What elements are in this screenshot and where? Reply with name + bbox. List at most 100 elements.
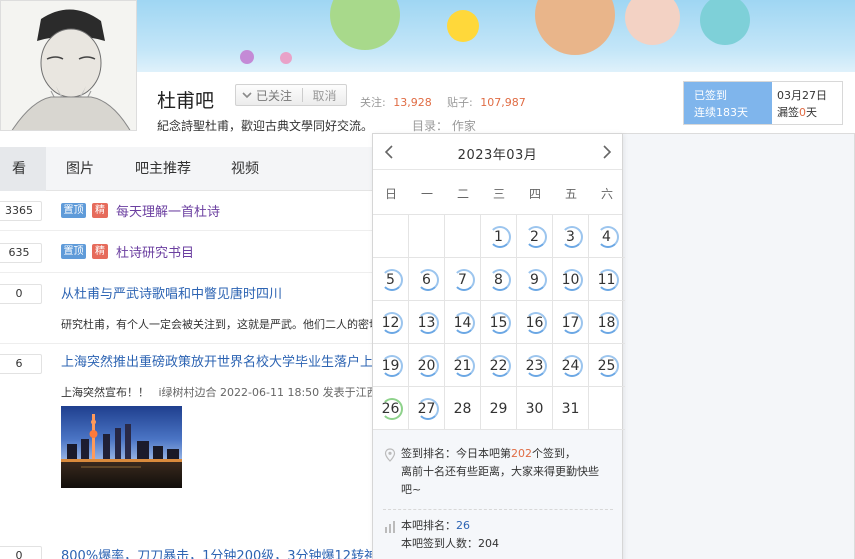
location-pin-icon <box>384 448 396 462</box>
posts-label: 贴子: <box>447 96 473 109</box>
banner-bear-character <box>535 0 615 55</box>
sign-rank-text: 签到排名：今日本吧第202个签到， 离前十名还有些距离，大家来得更勤快些 吧~ <box>401 447 599 496</box>
forum-rank-text: 本吧排名：26 本吧签到人数：204 <box>401 519 499 550</box>
calendar-day: 15 <box>481 301 517 344</box>
featured-tag: 精 <box>92 203 108 218</box>
pinned-tag: 置顶 <box>61 203 86 218</box>
sign-in-box[interactable]: 已签到 连续183天 03月27日 漏签0天 <box>683 81 843 125</box>
calendar-day: 8 <box>481 258 517 301</box>
calendar-day-number: 4 <box>602 229 611 245</box>
next-month-button[interactable] <box>598 143 616 161</box>
forum-catalog[interactable]: 目录： 作家 <box>412 117 476 134</box>
calendar-day: 2 <box>517 215 553 258</box>
unfollow-button[interactable]: 取消 <box>303 87 346 104</box>
calendar-day-number: 2 <box>530 229 539 245</box>
reply-count-badge: 3365 <box>0 201 42 221</box>
footer-divider <box>383 509 613 510</box>
chevron-right-icon <box>603 145 612 159</box>
calendar-day-number: 9 <box>530 272 539 288</box>
thread-title[interactable]: 杜诗研究书目 <box>116 242 194 261</box>
calendar-day-number: 25 <box>597 358 616 374</box>
thread-divider <box>0 272 372 273</box>
calendar-day-number: 16 <box>525 315 544 331</box>
chevron-down-icon <box>242 92 252 99</box>
calendar-day-number: 11 <box>597 272 616 288</box>
thread-title[interactable]: 每天理解一首杜诗 <box>116 201 220 220</box>
calendar-day: 4 <box>589 215 625 258</box>
weekday-label: 一 <box>420 187 433 201</box>
calendar-day: 30 <box>517 387 553 430</box>
signed-streak: 连续183天 <box>694 106 748 119</box>
calendar-day: 17 <box>553 301 589 344</box>
calendar-day-number: 24 <box>561 358 580 374</box>
calendar-weekday-row: 日一二三四五六 <box>373 171 622 214</box>
calendar-day: 5 <box>373 258 409 301</box>
thread-abstract: 上海突然宣布！！ i绿树村边合 2022-06-11 18:50 发表于江西 - <box>61 386 386 399</box>
thread-title[interactable]: 上海突然推出重磅政策放开世界名校大学毕业生落户上海 <box>61 351 386 370</box>
follow-button[interactable]: 已关注 取消 <box>235 84 347 106</box>
calendar-day-number: 15 <box>489 315 508 331</box>
calendar-day-number: 5 <box>386 272 395 288</box>
calendar-day: 28 <box>445 387 481 430</box>
calendar-empty-cell <box>445 215 481 258</box>
signed-label: 已签到 <box>694 89 727 102</box>
calendar-day-number: 12 <box>381 315 400 331</box>
calendar-empty-cell <box>409 215 445 258</box>
calendar-day-grid: 1 2 3 4 5 6 7 8 9 10 11 12 13 14 15 16 17 18 19 20 21 22 23 24 2… <box>373 214 625 430</box>
calendar-day: 11 <box>589 258 625 301</box>
shanghai-skyline-image <box>61 406 182 488</box>
calendar-day-number: 3 <box>566 229 575 245</box>
calendar-day: 31 <box>553 387 589 430</box>
signed-status[interactable]: 已签到 连续183天 <box>684 82 772 124</box>
calendar-day: 24 <box>553 344 589 387</box>
calendar-day-number: 31 <box>561 401 580 417</box>
calendar-day: 12 <box>373 301 409 344</box>
thread-title[interactable]: 800%爆率，刀刀暴击，1分钟200级，3分钟爆12转神器 <box>61 545 390 559</box>
forum-slogan: 紀念詩聖杜甫，歡迎古典文學同好交流。 <box>157 119 374 133</box>
calendar-day: 10 <box>553 258 589 301</box>
featured-tag: 精 <box>92 244 108 259</box>
calendar-day-number: 13 <box>417 315 436 331</box>
calendar-empty-cell <box>589 387 625 430</box>
followers-label: 关注: <box>360 96 386 109</box>
tab-threads[interactable]: 看贴 <box>0 147 46 221</box>
followers-stat: 关注: 13,928 <box>360 94 432 110</box>
calendar-day: 1 <box>481 215 517 258</box>
calendar-day-number: 19 <box>381 358 400 374</box>
calendar-day: 21 <box>445 344 481 387</box>
reply-count-badge: 0 <box>0 546 42 559</box>
calendar-empty-cell <box>373 215 409 258</box>
tab-images[interactable]: 图片 <box>66 147 94 191</box>
calendar-day: 27 <box>409 387 445 430</box>
calendar-day: 20 <box>409 344 445 387</box>
calendar-day: 23 <box>517 344 553 387</box>
banner-flower-icon <box>280 52 292 64</box>
forum-avatar[interactable] <box>0 0 137 131</box>
forum-name[interactable]: 杜甫吧 <box>157 86 214 113</box>
calendar-day: 6 <box>409 258 445 301</box>
calendar-day: 29 <box>481 387 517 430</box>
posts-stat: 贴子: 107,987 <box>447 94 526 110</box>
calendar-day: 25 <box>589 344 625 387</box>
calendar-day-number: 17 <box>561 315 580 331</box>
sign-calendar-popup: 2023年03月 日一二三四五六 1 2 3 4 5 6 7 8 9 10 11 12 13 14 15 16… <box>372 133 625 559</box>
tab-videos[interactable]: 视频 <box>231 147 259 191</box>
calendar-day-number: 14 <box>453 315 472 331</box>
reply-count-badge: 6 <box>0 354 42 374</box>
reply-count-badge: 0 <box>0 284 42 304</box>
sign-date-info: 03月27日 漏签0天 <box>777 87 827 121</box>
missed-days: 漏签0天 <box>777 106 817 119</box>
followed-indicator[interactable]: 已关注 <box>236 87 302 104</box>
thread-title[interactable]: 从杜甫与严武诗歌唱和中瞥见唐时四川 <box>61 283 282 302</box>
thread-thumbnail-image[interactable] <box>61 406 182 488</box>
calendar-month-title: 2023年03月 <box>457 148 538 163</box>
weekday-label: 四 <box>528 187 541 201</box>
calendar-day-number: 26 <box>381 401 400 417</box>
banner-teal-character <box>700 0 750 45</box>
pinned-tag: 置顶 <box>61 244 86 259</box>
weekday-label: 六 <box>600 187 613 201</box>
calendar-day: 9 <box>517 258 553 301</box>
bar-chart-icon <box>385 521 395 533</box>
followed-label: 已关注 <box>256 88 293 103</box>
tab-recommended[interactable]: 吧主推荐 <box>135 147 191 191</box>
